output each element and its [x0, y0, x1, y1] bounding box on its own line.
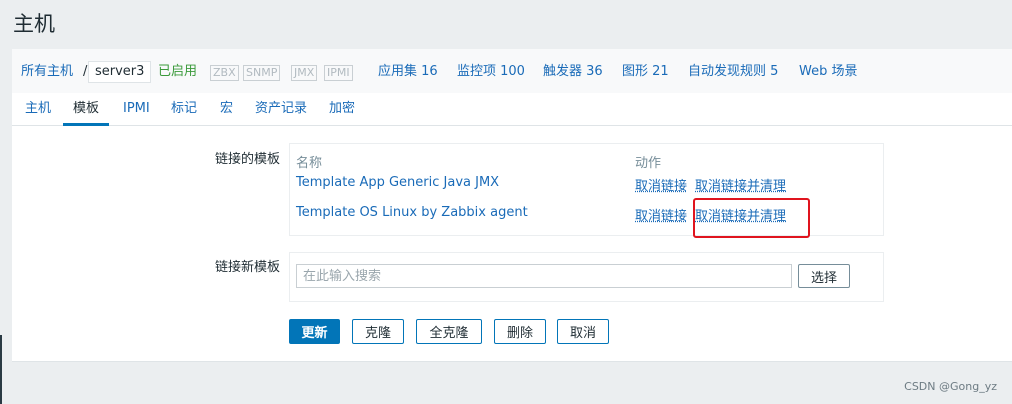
- host-status-enabled[interactable]: 已启用: [158, 49, 197, 95]
- tab-encryption[interactable]: 加密: [319, 93, 365, 125]
- delete-button[interactable]: 删除: [494, 319, 546, 344]
- triggers-link[interactable]: 触发器 36: [543, 49, 603, 95]
- graphs-link[interactable]: 图形 21: [622, 49, 669, 95]
- breadcrumb-all-hosts[interactable]: 所有主机: [21, 49, 73, 95]
- linked-templates-label: 链接的模板: [214, 152, 280, 167]
- watermark-text: CSDN @Gong_yz: [904, 380, 997, 393]
- tab-templates[interactable]: 模板: [63, 93, 110, 126]
- tab-ipmi[interactable]: IPMI: [113, 93, 160, 125]
- host-navigation-bar: 所有主机 / server3 已启用 ZBX SNMP JMX IPMI 应用集…: [12, 49, 1012, 94]
- left-edge-strip: [0, 335, 2, 404]
- unlink-button[interactable]: 取消链接: [635, 205, 687, 224]
- tab-macros[interactable]: 宏: [210, 93, 243, 125]
- tab-inventory[interactable]: 资产记录: [245, 93, 317, 125]
- host-form-panel: 主机 模板 IPMI 标记 宏 资产记录 加密 链接的模板 名称 动作 Temp…: [12, 93, 1012, 362]
- link-new-templates-box: 选择: [289, 252, 884, 302]
- cancel-button[interactable]: 取消: [557, 319, 609, 344]
- tab-host[interactable]: 主机: [15, 93, 61, 125]
- availability-zbx-badge: ZBX: [210, 65, 239, 81]
- items-link[interactable]: 监控项 100: [457, 49, 525, 95]
- applications-link[interactable]: 应用集 16: [378, 49, 438, 95]
- clone-button[interactable]: 克隆: [352, 319, 404, 344]
- breadcrumb-separator: /: [83, 64, 88, 79]
- template-search-input[interactable]: [296, 264, 792, 288]
- column-header-name: 名称: [296, 156, 323, 171]
- availability-snmp-badge: SNMP: [243, 65, 281, 81]
- annotation-highlight-box: [693, 198, 810, 238]
- discovery-rules-link[interactable]: 自动发现规则 5: [688, 49, 778, 95]
- template-name-link[interactable]: Template App Generic Java JMX: [296, 175, 499, 190]
- full-clone-button[interactable]: 全克隆: [416, 319, 482, 344]
- select-template-button[interactable]: 选择: [798, 264, 850, 288]
- update-button[interactable]: 更新: [289, 319, 340, 344]
- availability-ipmi-badge: IPMI: [324, 65, 353, 81]
- page-title: 主机: [13, 12, 55, 36]
- tab-tags[interactable]: 标记: [161, 93, 207, 125]
- web-scenarios-link[interactable]: Web 场景: [799, 49, 857, 95]
- tab-bar: 主机 模板 IPMI 标记 宏 资产记录 加密: [12, 93, 1012, 126]
- link-new-templates-label: 链接新模板: [214, 260, 280, 275]
- breadcrumb-current-host: server3: [88, 61, 152, 83]
- unlink-button[interactable]: 取消链接: [635, 175, 687, 194]
- availability-jmx-badge: JMX: [291, 65, 318, 81]
- column-header-action: 动作: [635, 156, 662, 171]
- template-name-link[interactable]: Template OS Linux by Zabbix agent: [296, 205, 528, 220]
- unlink-and-clear-button[interactable]: 取消链接并清理: [695, 175, 786, 194]
